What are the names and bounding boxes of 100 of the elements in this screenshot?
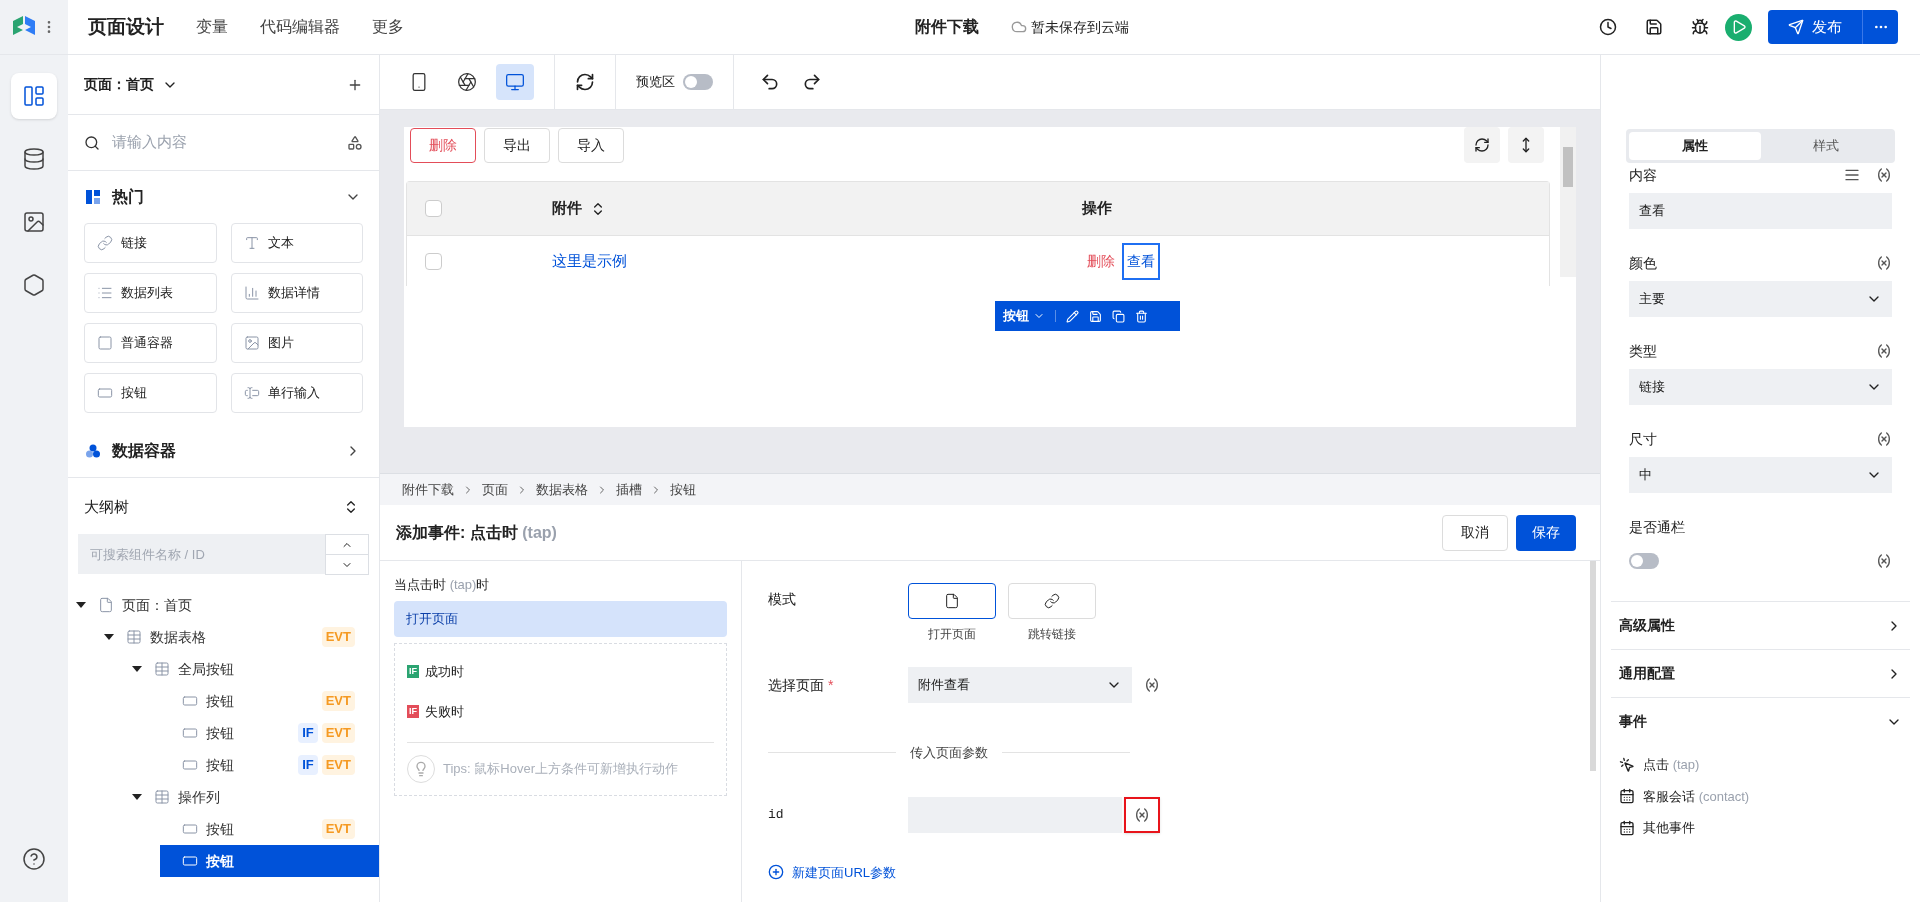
history-icon[interactable] bbox=[1599, 18, 1617, 36]
section-header[interactable]: 热门 bbox=[68, 175, 379, 219]
refresh-button[interactable] bbox=[1464, 127, 1500, 163]
redo-icon[interactable] bbox=[802, 72, 822, 92]
undo-icon[interactable] bbox=[760, 72, 780, 92]
formula-icon[interactable] bbox=[1876, 431, 1892, 447]
tree-item[interactable]: 按钮 IF EVT bbox=[160, 717, 379, 749]
tree-item[interactable]: 按钮 EVT bbox=[160, 813, 379, 845]
field-label: 内容 bbox=[1629, 165, 1657, 185]
tree-item[interactable]: 数据表格 EVT bbox=[104, 621, 379, 653]
tree-item[interactable]: 按钮 EVT bbox=[160, 685, 379, 717]
toggle-switch[interactable] bbox=[1629, 553, 1659, 569]
widget-item[interactable]: 链接 bbox=[84, 223, 217, 263]
select-field[interactable]: 链接 bbox=[1629, 369, 1892, 405]
caret-down-icon[interactable] bbox=[104, 634, 114, 640]
cancel-button[interactable]: 取消 bbox=[1442, 514, 1508, 551]
layout-icon bbox=[22, 84, 46, 108]
outline-search-field[interactable]: 可搜索组件名称 / ID bbox=[78, 534, 325, 574]
field-label: 尺寸 bbox=[1629, 429, 1657, 449]
delete-icon[interactable] bbox=[1135, 309, 1148, 323]
checkbox[interactable] bbox=[425, 252, 442, 270]
widget-item[interactable]: 普通容器 bbox=[84, 323, 217, 363]
widget-item[interactable]: 按钮 bbox=[84, 373, 217, 413]
formula-icon[interactable] bbox=[1144, 677, 1160, 693]
section-header[interactable]: 事件 bbox=[1611, 697, 1910, 745]
menu-item[interactable]: 更多 bbox=[372, 15, 404, 39]
field-label: 选择页面 bbox=[768, 675, 824, 695]
section-header[interactable]: 高级属性 bbox=[1611, 601, 1910, 649]
component-selector[interactable]: 按钮 bbox=[1003, 306, 1045, 326]
tab[interactable]: 样式 bbox=[1760, 132, 1892, 160]
toolbar-button[interactable]: 导入 bbox=[558, 127, 624, 163]
section-header[interactable]: 通用配置 bbox=[1611, 649, 1910, 697]
widget-item[interactable]: 数据详情 bbox=[230, 273, 363, 313]
checkbox[interactable] bbox=[425, 200, 442, 217]
widget-item[interactable]: 文本 bbox=[230, 223, 363, 263]
debug-icon[interactable] bbox=[1691, 18, 1709, 36]
tab[interactable]: 属性 bbox=[1629, 132, 1761, 160]
formula-icon[interactable] bbox=[1876, 553, 1892, 569]
formula-button[interactable] bbox=[1124, 796, 1160, 833]
select-field[interactable]: 中 bbox=[1629, 457, 1892, 493]
breadcrumb-item[interactable]: 页面 bbox=[482, 479, 508, 500]
page-selector[interactable]: 页面：首页 bbox=[84, 74, 178, 95]
column-header: 操作 bbox=[1082, 198, 1112, 219]
caret-down-icon[interactable] bbox=[132, 666, 142, 672]
menu-item[interactable]: 变量 bbox=[196, 15, 228, 39]
event-item[interactable]: 点击 (tap) bbox=[1643, 755, 1700, 775]
tree-item[interactable]: 页面：首页 bbox=[76, 589, 379, 621]
text-format-icon[interactable] bbox=[1844, 167, 1860, 183]
widget-item[interactable]: 图片 bbox=[230, 323, 363, 363]
toolbar-button[interactable]: 导出 bbox=[484, 127, 550, 163]
copy-icon[interactable] bbox=[1112, 309, 1125, 323]
edit-icon[interactable] bbox=[1066, 309, 1079, 323]
publish-button[interactable]: 发布 bbox=[1768, 10, 1862, 44]
action-item[interactable]: 打开页面 bbox=[394, 600, 727, 637]
formula-icon[interactable] bbox=[1876, 255, 1892, 271]
row-height-button[interactable] bbox=[1508, 127, 1544, 163]
plus-icon bbox=[768, 864, 784, 881]
add-param-link[interactable]: 新建页面URL参数 bbox=[768, 862, 1160, 882]
table-link[interactable]: 这里是示例 bbox=[552, 249, 1082, 273]
preview-switch[interactable] bbox=[683, 74, 713, 90]
text-field[interactable]: 查看 bbox=[1629, 193, 1892, 229]
condition-label[interactable]: 成功时 bbox=[425, 661, 464, 682]
menu-item[interactable]: 代码编辑器 bbox=[260, 15, 340, 39]
toolbar-button[interactable]: 删除 bbox=[410, 127, 476, 163]
outline-title: 大纲树 bbox=[84, 496, 129, 517]
action-link[interactable]: 查看 bbox=[1122, 242, 1160, 280]
tree-item[interactable]: 操作列 bbox=[132, 781, 379, 813]
breadcrumb-item[interactable]: 按钮 bbox=[670, 479, 696, 500]
action-link[interactable]: 删除 bbox=[1082, 242, 1120, 280]
breadcrumb-item[interactable]: 附件下载 bbox=[402, 479, 454, 500]
formula-icon[interactable] bbox=[1876, 167, 1892, 183]
select-field[interactable]: 主要 bbox=[1629, 281, 1892, 317]
run-button[interactable] bbox=[1725, 13, 1752, 41]
breadcrumb-item[interactable]: 数据表格 bbox=[536, 479, 588, 500]
widget-item[interactable]: 单行输入 bbox=[230, 373, 363, 413]
formula-icon[interactable] bbox=[1876, 343, 1892, 359]
rail-button[interactable] bbox=[11, 73, 57, 119]
tree-item[interactable]: 按钮 bbox=[160, 845, 379, 877]
caret-down-icon[interactable] bbox=[132, 794, 142, 800]
caret-down-icon[interactable] bbox=[76, 602, 86, 608]
desktop-icon bbox=[505, 72, 525, 92]
section-header[interactable]: 数据容器 bbox=[68, 429, 379, 473]
condition-label[interactable]: 失败时 bbox=[425, 701, 464, 722]
save-icon[interactable] bbox=[1645, 18, 1663, 36]
shapes-icon[interactable] bbox=[347, 134, 363, 151]
save-button[interactable]: 保存 bbox=[1516, 514, 1576, 551]
tree-item[interactable]: 按钮 IF EVT bbox=[160, 749, 379, 781]
search-field[interactable]: 请输入内容 bbox=[112, 131, 335, 154]
event-item[interactable]: 客服会话 (contact) bbox=[1643, 786, 1750, 806]
breadcrumb-item[interactable]: 插槽 bbox=[616, 479, 642, 500]
page-select[interactable]: 附件查看 bbox=[908, 667, 1132, 703]
badge: EVT bbox=[321, 755, 355, 775]
event-item[interactable]: 其他事件 bbox=[1643, 818, 1695, 838]
tree-item[interactable]: 全局按钮 bbox=[132, 653, 379, 685]
badge: EVT bbox=[321, 627, 355, 647]
refresh-icon[interactable] bbox=[575, 72, 595, 92]
link-icon bbox=[1044, 593, 1060, 609]
mode-option[interactable] bbox=[908, 583, 996, 619]
widget-item[interactable]: 数据列表 bbox=[84, 273, 217, 313]
table-icon bbox=[154, 789, 170, 805]
